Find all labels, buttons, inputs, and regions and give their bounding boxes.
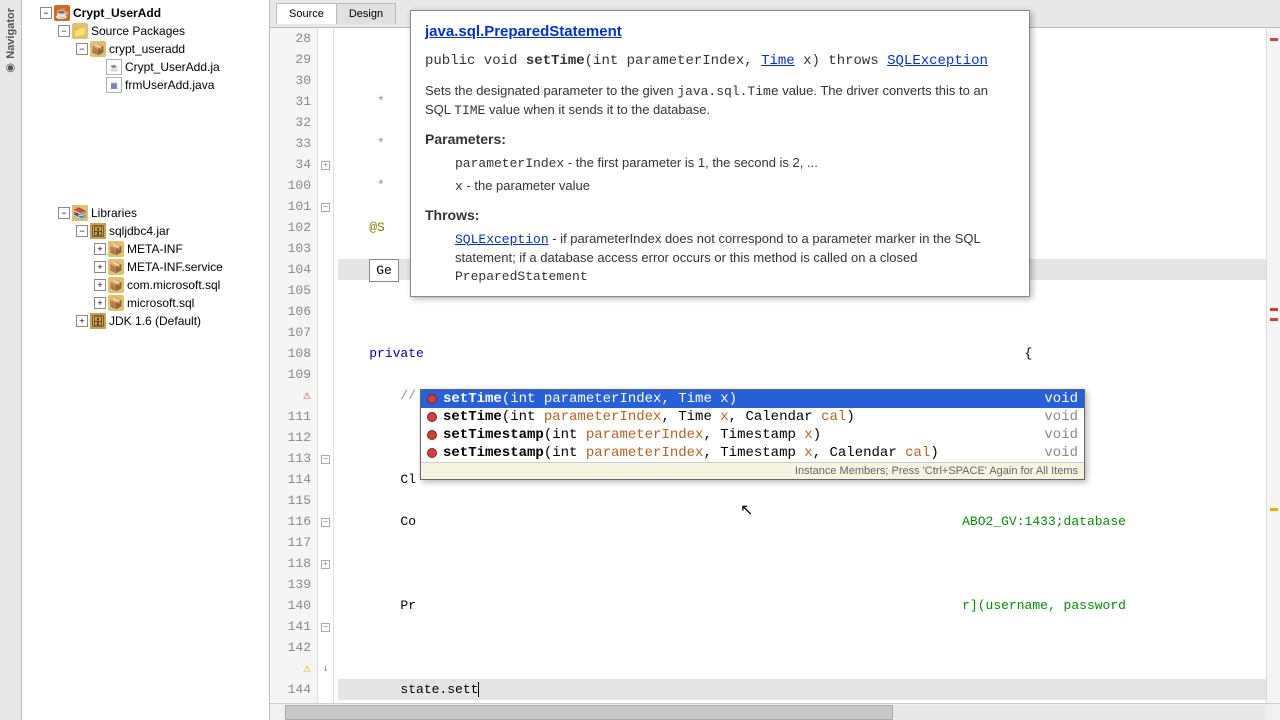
method-icon xyxy=(427,394,437,404)
method-icon xyxy=(427,430,437,440)
expand-icon[interactable]: + xyxy=(94,279,106,291)
collapse-icon[interactable]: − xyxy=(58,207,70,219)
navigator-tab[interactable]: ◉ Navigator xyxy=(0,0,22,720)
tree-package[interactable]: + 📦 META-INF.service xyxy=(26,258,265,276)
jdk-icon: 🗄 xyxy=(90,313,106,329)
expand-icon[interactable]: + xyxy=(76,315,88,327)
package-icon: 📦 xyxy=(108,259,124,275)
tree-libraries[interactable]: − 📚 Libraries xyxy=(26,204,265,222)
libraries-icon: 📚 xyxy=(72,205,88,221)
javadoc-tooltip: java.sql.PreparedStatement public void s… xyxy=(410,10,1030,297)
fold-collapse-icon[interactable]: − xyxy=(321,518,330,527)
method-icon xyxy=(427,412,437,422)
completion-item[interactable]: setTimestamp(int parameterIndex, Timesta… xyxy=(421,426,1084,444)
tree-package[interactable]: − 📦 crypt_useradd xyxy=(26,40,265,58)
javadoc-class-link[interactable]: java.sql.PreparedStatement xyxy=(425,23,622,40)
completion-item[interactable]: setTime(int parameterIndex, Time x, Cale… xyxy=(421,408,1084,426)
tree-package[interactable]: + 📦 META-INF xyxy=(26,240,265,258)
code-completion-popup: setTime(int parameterIndex, Time x) void… xyxy=(420,389,1085,480)
collapse-icon[interactable]: − xyxy=(40,7,52,19)
design-tab[interactable]: Design xyxy=(336,3,396,24)
collapse-icon[interactable]: − xyxy=(76,43,88,55)
project-icon: ☕ xyxy=(54,5,70,21)
source-tab[interactable]: Source xyxy=(276,3,337,24)
method-icon xyxy=(427,448,437,458)
tree-java-file[interactable]: ☕ Crypt_UserAdd.ja xyxy=(26,58,265,76)
javadoc-throws-link[interactable]: SQLException xyxy=(455,232,549,247)
tree-java-file[interactable]: ▦ frmUserAdd.java xyxy=(26,76,265,94)
completion-item[interactable]: setTime(int parameterIndex, Time x) void xyxy=(421,390,1084,408)
line-number-gutter: 28293031323334 100101102103104105106 107… xyxy=(270,28,318,703)
fold-collapse-icon[interactable]: − xyxy=(321,623,330,632)
completion-item[interactable]: setTimestamp(int parameterIndex, Timesta… xyxy=(421,444,1084,462)
tree-package[interactable]: + 📦 com.microsoft.sql xyxy=(26,276,265,294)
fold-collapse-icon[interactable]: − xyxy=(321,203,330,212)
javadoc-exception-link[interactable]: SQLException xyxy=(887,53,988,69)
tree-source-packages[interactable]: − 📁 Source Packages xyxy=(26,22,265,40)
expand-icon[interactable]: + xyxy=(94,243,106,255)
jar-icon: 🗄 xyxy=(90,223,106,239)
package-icon: 📦 xyxy=(108,241,124,257)
expand-icon[interactable]: + xyxy=(94,297,106,309)
tree-package[interactable]: + 📦 microsoft.sql xyxy=(26,294,265,312)
editor-horizontal-scrollbar[interactable] xyxy=(270,703,1280,720)
fold-gutter: + − − − + − ↓ xyxy=(318,28,334,703)
fold-collapse-icon[interactable]: − xyxy=(321,455,330,464)
fold-expand-icon[interactable]: + xyxy=(321,560,330,569)
collapse-icon[interactable]: − xyxy=(58,25,70,37)
project-tree-panel: − ☕ Crypt_UserAdd − 📁 Source Packages − … xyxy=(22,0,270,720)
javadoc-type-link[interactable]: Time xyxy=(761,53,795,69)
java-form-icon: ▦ xyxy=(106,77,122,93)
tree-jar[interactable]: − 🗄 sqljdbc4.jar xyxy=(26,222,265,240)
collapse-icon[interactable]: − xyxy=(76,225,88,237)
java-file-icon: ☕ xyxy=(106,59,122,75)
text-caret xyxy=(478,682,479,697)
expand-icon[interactable]: + xyxy=(94,261,106,273)
completion-hint: Instance Members; Press 'Ctrl+SPACE' Aga… xyxy=(421,462,1084,479)
package-folder-icon: 📁 xyxy=(72,23,88,39)
fold-expand-icon[interactable]: + xyxy=(321,161,330,170)
error-stripe[interactable] xyxy=(1266,28,1280,703)
tree-project-root[interactable]: − ☕ Crypt_UserAdd xyxy=(26,4,265,22)
tree-jdk[interactable]: + 🗄 JDK 1.6 (Default) xyxy=(26,312,265,330)
package-icon: 📦 xyxy=(90,41,106,57)
package-icon: 📦 xyxy=(108,295,124,311)
package-icon: 📦 xyxy=(108,277,124,293)
